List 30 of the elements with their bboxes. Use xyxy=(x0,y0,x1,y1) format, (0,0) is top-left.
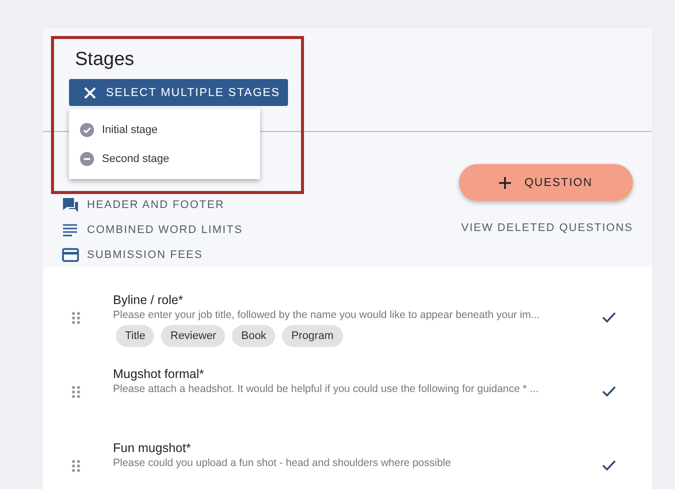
chat-icon xyxy=(62,196,79,212)
question-title: Byline / role* xyxy=(113,292,184,308)
question-description: Please attach a headshot. It would be helpful if you could use the following for guidance * ... xyxy=(113,382,540,396)
tag-chip: Program xyxy=(282,325,342,347)
question-title: Mugshot formal* xyxy=(113,366,206,382)
question-description: Please enter your job title, followed by the name you would like to appear beneath your im... xyxy=(113,308,541,322)
credit-card-icon xyxy=(62,246,79,262)
question-title: Fun mugshot* xyxy=(113,440,192,456)
check-icon xyxy=(602,460,616,471)
menu-item[interactable]: COMBINED WORD LIMITS xyxy=(62,217,243,242)
drag-handle-icon xyxy=(72,386,80,398)
check-icon xyxy=(602,386,616,397)
section-title: Stages xyxy=(75,49,136,71)
view-deleted-link[interactable]: VIEW DELETED QUESTIONS xyxy=(461,222,633,234)
drag-handle-icon xyxy=(72,312,80,324)
tag-chip: Title xyxy=(116,325,154,347)
tag-chip: Book xyxy=(232,325,276,347)
add-question-button[interactable]: QUESTION xyxy=(459,164,633,201)
close-icon xyxy=(84,86,96,98)
text-lines-icon xyxy=(62,222,79,238)
stage-option[interactable]: Second stage xyxy=(69,144,260,173)
tag-chip: Reviewer xyxy=(161,325,226,347)
check-icon xyxy=(602,312,616,323)
plus-icon xyxy=(499,176,512,188)
drag-handle-icon xyxy=(72,460,80,472)
menu-item[interactable]: HEADER AND FOOTER xyxy=(62,192,243,217)
question-description: Please could you upload a fun shot - head and shoulders where possible xyxy=(113,456,452,470)
select-stages-button[interactable]: SELECT MULTIPLE STAGES xyxy=(69,79,288,106)
stage-option[interactable]: Initial stage xyxy=(69,115,260,144)
menu-item[interactable]: SUBMISSION FEES xyxy=(62,242,243,267)
